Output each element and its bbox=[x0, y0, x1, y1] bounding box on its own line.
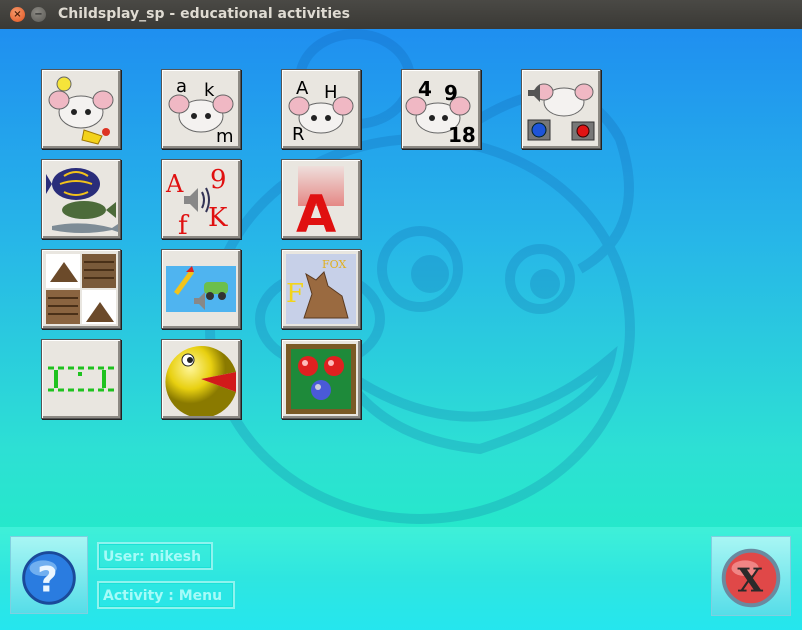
pacman-icon bbox=[165, 346, 236, 416]
letter-F: F bbox=[286, 279, 304, 309]
number-4: 4 bbox=[418, 77, 432, 101]
sound-pictures-icon bbox=[166, 266, 236, 312]
window-close-button[interactable]: × bbox=[10, 7, 25, 22]
red-letter-icon: A bbox=[296, 166, 344, 236]
help-question-glyph: ? bbox=[37, 560, 57, 601]
letter-K: K bbox=[208, 203, 228, 233]
activity-sound-memory[interactable] bbox=[521, 69, 601, 149]
titlebar: × − Childsplay_sp - educational activiti… bbox=[0, 0, 802, 30]
activity-lowercase-letters[interactable]: a k m bbox=[161, 69, 241, 149]
activity-numbers[interactable]: 4 9 18 bbox=[401, 69, 481, 149]
bottom-bar: ? User: nikesh Activity : Menu X bbox=[0, 527, 802, 630]
pong-icon bbox=[48, 366, 114, 392]
activity-pong[interactable] bbox=[41, 339, 121, 419]
question-icon: ? bbox=[22, 551, 76, 605]
window-minimize-button[interactable]: − bbox=[31, 7, 46, 22]
number-9: 9 bbox=[210, 165, 227, 195]
user-label: User: nikesh bbox=[97, 542, 213, 570]
puzzle-icon bbox=[46, 254, 116, 324]
activity-puzzle[interactable] bbox=[41, 249, 121, 329]
activity-sound-letters[interactable]: A 9 f K bbox=[161, 159, 241, 239]
fruit-mouse-icon bbox=[48, 76, 114, 145]
fish-icon bbox=[46, 168, 118, 233]
letter-f: f bbox=[178, 211, 190, 236]
billiard-balls-icon bbox=[286, 344, 356, 414]
numbers-icon: 4 9 18 bbox=[405, 77, 476, 146]
activity-billiards[interactable] bbox=[281, 339, 361, 419]
app-window: × − Childsplay_sp - educational activiti… bbox=[0, 0, 802, 630]
activity-fish-tank[interactable] bbox=[41, 159, 121, 239]
uppercase-letters-icon: A H R bbox=[288, 78, 354, 145]
window-title: Childsplay_sp - educational activities bbox=[58, 6, 350, 22]
letter-a: a bbox=[176, 76, 187, 97]
letter-H: H bbox=[324, 82, 338, 103]
quit-x-glyph: X bbox=[737, 561, 763, 600]
letter-k: k bbox=[204, 80, 215, 101]
speaker-icon bbox=[184, 188, 198, 212]
activity-letter-flash[interactable]: A bbox=[281, 159, 361, 239]
letter-A: A bbox=[165, 170, 184, 198]
word-fox: FOX bbox=[322, 258, 346, 271]
fox-icon: F FOX bbox=[286, 254, 356, 324]
letter-m: m bbox=[216, 126, 234, 146]
letter-A: A bbox=[296, 185, 336, 236]
activity-fruit-memory[interactable] bbox=[41, 69, 121, 149]
activity-pacman[interactable] bbox=[161, 339, 241, 419]
activity-label: Activity : Menu bbox=[97, 581, 235, 609]
activity-word-picture[interactable]: F FOX bbox=[281, 249, 361, 329]
activity-uppercase-letters[interactable]: A H R bbox=[281, 69, 361, 149]
sound-letters-icon: A 9 f K bbox=[165, 165, 228, 236]
number-18: 18 bbox=[448, 123, 476, 146]
quit-button[interactable]: X bbox=[711, 536, 791, 616]
number-9: 9 bbox=[444, 81, 458, 105]
speaker-icon bbox=[528, 84, 540, 102]
x-icon: X bbox=[721, 548, 781, 608]
lowercase-letters-icon: a k m bbox=[168, 76, 234, 146]
activity-sound-pictures[interactable] bbox=[161, 249, 241, 329]
letter-R: R bbox=[292, 124, 305, 145]
help-button[interactable]: ? bbox=[10, 536, 88, 614]
sound-memory-icon bbox=[527, 83, 595, 141]
menu-area: a k m A H R 4 9 18 A 9 f K A F FOX ? Use… bbox=[0, 29, 802, 630]
letter-A: A bbox=[296, 78, 309, 99]
